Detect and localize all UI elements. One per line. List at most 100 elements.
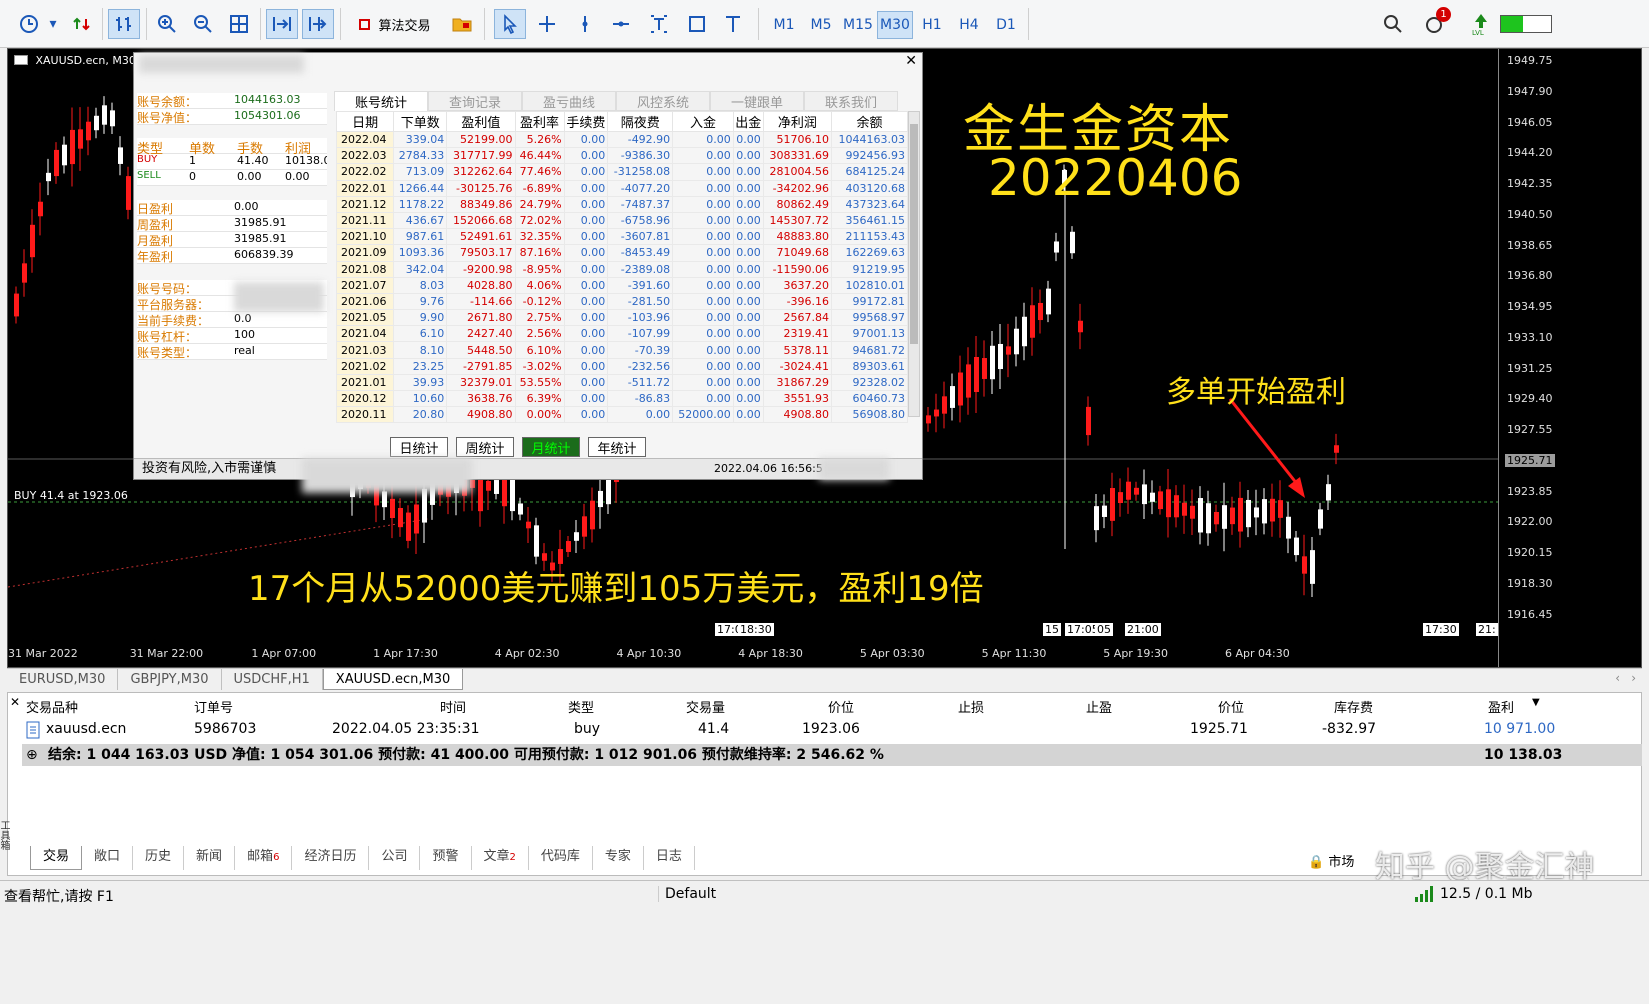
table-scrollbar[interactable] [908,111,920,417]
timeframe-m15-button[interactable]: M15 [840,11,876,39]
table-cell: -2791.85 [446,357,516,375]
table-row[interactable]: 2021.09 1093.36 79503.17 87.16% 0.00 -8453.49… [335,244,908,262]
tab-code-base[interactable]: 代码库 [529,846,593,870]
close-icon[interactable]: ✕ [905,53,917,69]
table-row[interactable]: 2021.03 8.10 5448.50 6.10% 0.00 -70.39 0.00 0.0… [335,341,908,359]
horizontal-line-icon[interactable] [606,9,636,39]
crosshair-icon[interactable] [532,9,562,39]
table-row[interactable]: 2020.12 10.60 3638.76 6.39% 0.00 -86.83 0.00 0.… [335,389,908,408]
table-row[interactable]: 2022.03 2784.33 317717.99 46.44% 0.00 -9386.3… [335,147,908,165]
candle-body [958,372,963,406]
text-icon[interactable] [718,9,748,39]
table-row[interactable]: 2022.01 1266.44 -30125.76 -6.89% 0.00 -4077.2… [335,179,908,197]
tab-usdchf[interactable]: USDCHF,H1 [222,669,323,690]
cursor-icon[interactable] [494,9,526,39]
timeframe-d1-button[interactable]: D1 [988,11,1024,39]
zoom-out-icon[interactable] [188,9,218,39]
tab-news[interactable]: 新闻 [184,846,236,870]
zoom-in-icon[interactable] [152,9,182,39]
table-cell: 211153.43 [831,228,908,246]
price-axis[interactable]: 1949.75 1947.90 1946.05 1944.20 1942.35 1940.… [1498,49,1641,667]
notifications-icon[interactable]: 1 [1420,7,1451,39]
timeframe-h4-button[interactable]: H4 [951,11,987,39]
chevron-right-icon[interactable]: › [1631,671,1636,685]
daily-stats-button[interactable]: 日统计 [390,437,448,457]
market-button[interactable]: 🔒 市场 [1308,851,1354,870]
vertical-line-icon[interactable] [570,9,600,39]
table-row[interactable]: 2021.01 39.93 32379.01 53.55% 0.00 -511.72 0.0… [335,373,908,392]
table-row[interactable]: xauusd.ecn 5986703 2022.04.05 23:35:31 b… [22,721,1642,743]
table-row[interactable]: 2022.02 713.09 312262.64 77.46% 0.00 -31258.0… [335,163,908,181]
tab-contact-us[interactable]: 联系我们 [804,91,898,111]
algo-trading-button[interactable]: 算法交易 [350,9,440,39]
sort-down-icon[interactable]: ▼ [1532,697,1540,708]
table-row[interactable]: 2021.05 9.90 2671.80 2.75% 0.00 -103.96 0.00 0.… [335,309,908,327]
tab-pnl-curve[interactable]: 盈亏曲线 [522,91,616,111]
tab-calendar[interactable]: 经济日历 [292,846,370,870]
table-row[interactable]: 2021.12 1178.22 88349.86 24.79% 0.00 -7487.37… [335,195,908,213]
table-row[interactable]: 2021.10 987.61 52491.61 32.35% 0.00 -3607.81 0… [335,228,908,246]
monthly-stats-button[interactable]: 月统计 [522,437,580,457]
weekly-stats-button[interactable]: 周统计 [456,437,514,457]
folder-icon[interactable] [448,9,476,39]
table-row[interactable]: 2022.04 339.04 52199.00 5.26% 0.00 -492.90 0.0… [335,130,908,149]
timeframe-h1-button[interactable]: H1 [914,11,950,39]
tab-experts[interactable]: 专家 [593,846,644,870]
table-row[interactable]: 2021.02 23.25 -2791.85 -3.02% 0.00 -232.56 0.0… [335,357,908,375]
table-row[interactable]: 2021.04 6.10 2427.40 2.56% 0.00 -107.99 0.00 0.… [335,325,908,343]
tab-alerts[interactable]: 预警 [420,846,472,870]
tab-company[interactable]: 公司 [369,846,421,870]
clock-icon[interactable] [14,9,44,39]
candle-body [1214,511,1219,525]
grid-icon[interactable] [224,9,254,39]
balance-panel: 账号余额： 1044163.03 账号净值： 1054301.06 [137,93,327,125]
timeframe-m5-button[interactable]: M5 [803,11,839,39]
chevron-down-icon[interactable]: ▾ [46,9,60,39]
tab-query-records[interactable]: 查询记录 [428,91,522,111]
tab-xauusd[interactable]: XAUUSD.ecn,M30 [322,669,464,690]
tab-copy-trade[interactable]: 一键跟单 [710,91,804,111]
tab-mailbox[interactable]: 邮箱6 [235,846,293,870]
scrollbar-thumb[interactable] [910,124,918,344]
table-row[interactable]: 2021.11 436.67 152066.68 72.02% 0.00 -6758.96… [335,211,908,230]
table-cell: 94681.72 [831,341,908,359]
tab-gbpjpy[interactable]: GBPJPY,M30 [118,669,222,690]
tab-account-stats[interactable]: 账号统计 [334,91,428,111]
candle-body [574,532,579,541]
new-order-icon[interactable] [68,9,96,39]
table-row[interactable]: 2021.08 342.04 -9200.98 -8.95% 0.00 -2389.08 0… [335,260,908,278]
table-cell: 2021.12 [335,195,395,213]
table-cell: 713.09 [393,163,448,181]
timeframe-m1-button[interactable]: M1 [766,11,802,39]
table-cell: 0.00 [732,373,764,392]
tab-exposure[interactable]: 敞口 [82,846,134,870]
chevron-left-icon[interactable]: ‹ [1615,671,1620,685]
close-icon[interactable]: ✕ [10,695,20,709]
dialog-tabs: 账号统计 查询记录 盈亏曲线 风控系统 一键跟单 联系我们 [334,91,898,111]
redacted-title [139,55,304,73]
table-row[interactable]: 2021.07 8.03 4028.80 4.06% 0.00 -391.60 0.00 0.… [335,276,908,294]
rectangle-icon[interactable] [682,9,712,39]
tab-risk-control[interactable]: 风控系统 [616,91,710,111]
autoscroll-icon[interactable] [266,9,298,39]
bar-chart-icon[interactable] [108,9,140,39]
tab-trade[interactable]: 交易 [30,846,83,870]
tab-eurusd[interactable]: EURUSD,M30 [7,669,119,690]
tab-history[interactable]: 历史 [133,846,185,870]
table-row[interactable]: 2021.06 9.76 -114.66 -0.12% 0.00 -281.50 0.00 0… [335,292,908,311]
text-label-icon[interactable] [644,9,674,39]
profile-name[interactable]: Default [658,886,716,902]
yearly-stats-button[interactable]: 年统计 [588,437,646,457]
table-cell: -6.89% [514,179,565,197]
timeframe-m30-button[interactable]: M30 [877,11,913,39]
chart-shift-icon[interactable] [302,9,334,39]
table-cell: -86.83 [607,389,674,408]
tab-journal[interactable]: 日志 [644,846,695,870]
search-icon[interactable] [1380,9,1406,39]
time-marker-label: 21:00 [1125,623,1161,636]
table-row[interactable]: 2020.11 20.80 4908.80 0.00% 0.00 0.00 52000.00… [335,406,908,424]
expand-icon[interactable]: ⊕ [26,744,38,766]
table-cell: -281.50 [607,292,674,311]
candle-body [1262,499,1267,524]
tab-articles[interactable]: 文章2 [472,846,529,870]
